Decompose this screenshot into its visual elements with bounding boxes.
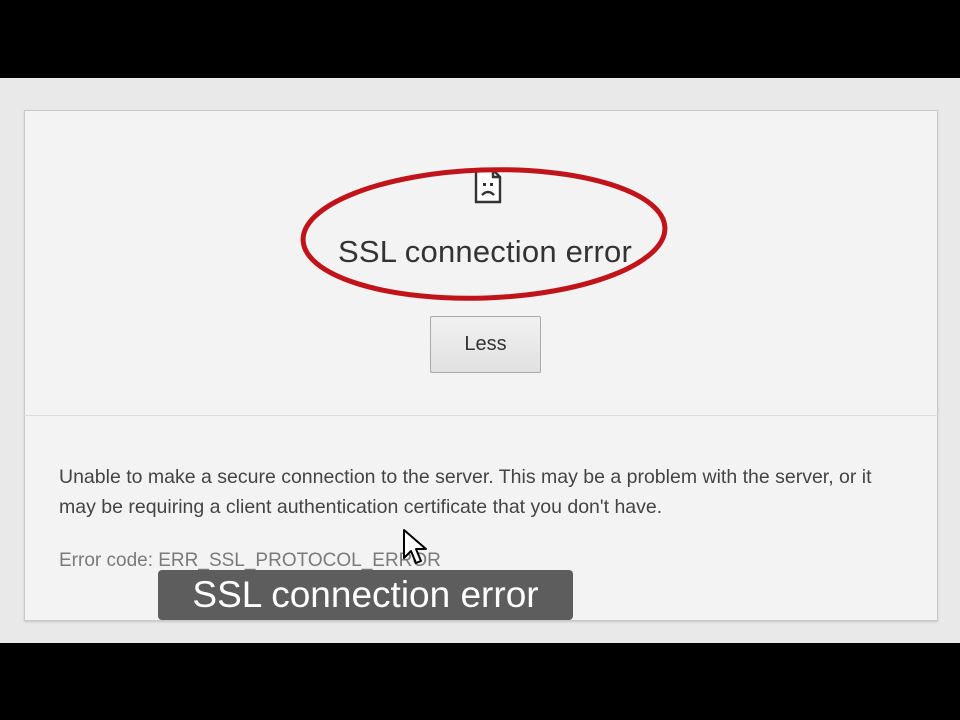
error-code: Error code: ERR_SSL_PROTOCOL_ERROR [59,550,441,571]
less-button[interactable]: Less [430,316,541,373]
video-caption: SSL connection error [158,570,573,620]
error-title: SSL connection error [337,234,633,269]
letterbox-bottom [0,643,960,720]
divider [24,415,938,416]
letterbox-top [0,0,960,78]
sad-document-icon [474,168,502,204]
error-details: Unable to make a secure connection to th… [59,466,872,518]
mouse-pointer-icon [403,529,427,564]
